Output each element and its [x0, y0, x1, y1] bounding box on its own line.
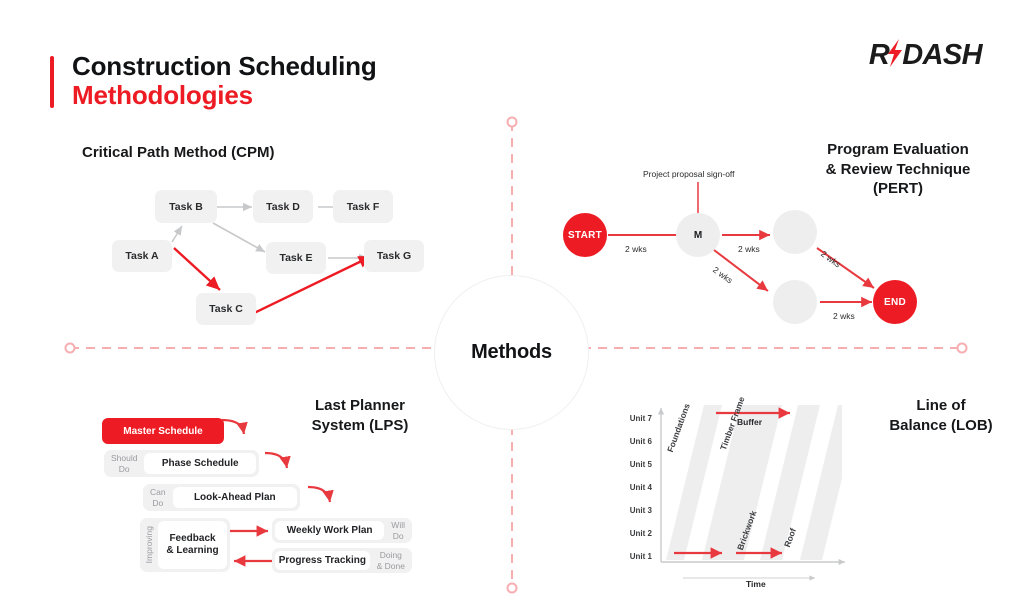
- pert-edge-label-m-n1: 2 wks: [738, 244, 760, 254]
- pert-node-start[interactable]: START: [563, 213, 607, 257]
- cpm-task-a-label: Task A: [125, 250, 159, 262]
- lps-tag-improving-label: Improving: [144, 526, 154, 564]
- cpm-task-f-label: Task F: [346, 200, 380, 213]
- cpm-task-g[interactable]: Task G: [364, 240, 424, 272]
- cpm-task-b-label: Task B: [169, 200, 203, 213]
- pert-node-n1[interactable]: [773, 210, 817, 254]
- heading-lps-line1: Last Planner: [314, 397, 406, 414]
- lps-feedback-arrows: [230, 525, 272, 567]
- lps-card-look-ahead-plan[interactable]: Look-Ahead Plan: [172, 487, 297, 508]
- pert-node-m-label: M: [693, 229, 703, 241]
- lob-ytick-unit6: Unit 6: [629, 437, 652, 446]
- title-accent-rule: [50, 56, 54, 108]
- lob-buffer-label: Buffer: [737, 417, 763, 427]
- lob-ytick-unit5: Unit 5: [629, 460, 652, 469]
- lps-tag-can-do-line2: Do: [152, 497, 164, 508]
- heading-lob-line2: Balance (LOB): [889, 416, 993, 434]
- cpm-task-d[interactable]: Task D: [253, 190, 313, 223]
- lps-card-phase-schedule[interactable]: Phase Schedule: [144, 453, 256, 474]
- lps-card-weekly-work-plan-label: Weekly Work Plan: [286, 524, 373, 536]
- center-hub-label: Methods: [471, 341, 552, 363]
- pert-node-start-label: START: [567, 229, 603, 241]
- lps-card-progress-tracking-label: Progress Tracking: [278, 554, 366, 566]
- lob-ytick-unit2: Unit 2: [629, 529, 652, 538]
- lps-row-can-do[interactable]: Can Do Look-Ahead Plan: [143, 484, 300, 511]
- cpm-task-a[interactable]: Task A: [112, 240, 172, 272]
- title-line-1: Construction Scheduling: [72, 51, 377, 81]
- lps-master-schedule-label: Master Schedule: [123, 425, 203, 437]
- lps-tag-will-do-line2: Do: [392, 530, 404, 541]
- lps-tag-should-do-line1: Should: [111, 453, 138, 464]
- cpm-task-d-label: Task D: [266, 200, 300, 213]
- lps-card-feedback-line2: & Learning: [166, 545, 219, 556]
- lps-tag-can-do: Can Do: [143, 484, 173, 511]
- heading-cpm: Critical Path Method (CPM): [82, 144, 275, 161]
- lps-tag-doing-done-line2: & Done: [376, 560, 405, 571]
- rdash-logo: R DASH: [869, 38, 983, 72]
- lps-tag-should-do-line2: Do: [118, 463, 130, 474]
- cpm-task-e[interactable]: Task E: [266, 242, 326, 274]
- lps-row-should-do[interactable]: Should Do Phase Schedule: [104, 450, 259, 477]
- lps-card-look-ahead-plan-label: Look-Ahead Plan: [193, 491, 276, 503]
- pert-edge-label-start-m: 2 wks: [625, 244, 647, 254]
- cpm-task-e-label: Task E: [279, 252, 313, 264]
- lob-ytick-unit3: Unit 3: [629, 506, 652, 515]
- lob-axes: [657, 407, 846, 581]
- lob-ytick-unit1: Unit 1: [629, 552, 652, 561]
- lps-card-phase-schedule-label: Phase Schedule: [161, 457, 239, 469]
- lps-tag-can-do-line1: Can: [150, 487, 166, 498]
- lps-row-will-do[interactable]: Weekly Work Plan Will Do: [272, 518, 412, 543]
- lps-card-feedback-learning[interactable]: Feedback & Learning: [158, 521, 227, 569]
- lps-card-feedback-line1: Feedback: [169, 533, 216, 544]
- cpm-task-g-label: Task G: [376, 250, 412, 262]
- pert-callout-label: Project proposal sign-off: [643, 169, 735, 179]
- lob-xaxis-label: Time: [741, 579, 771, 589]
- lob-ytick-unit7: Unit 7: [629, 414, 652, 423]
- infographic-canvas: Construction Scheduling Methodologies R …: [0, 0, 1024, 614]
- lob-ytick-unit4: Unit 4: [629, 483, 652, 492]
- lps-tag-should-do: Should Do: [104, 450, 144, 477]
- heading-pert-line1: Program Evaluation: [827, 141, 969, 158]
- lps-master-schedule[interactable]: Master Schedule: [102, 418, 224, 444]
- lps-tag-improving: Improving: [140, 518, 158, 572]
- cpm-task-c[interactable]: Task C: [196, 293, 256, 325]
- page-title: Construction Scheduling Methodologies: [50, 51, 377, 111]
- pert-node-end-label: END: [883, 296, 906, 308]
- cpm-task-c-label: Task C: [209, 303, 243, 315]
- pert-edge-label-n2-end: 2 wks: [833, 311, 855, 321]
- lps-row-doing-done[interactable]: Progress Tracking Doing & Done: [272, 548, 412, 573]
- cpm-task-b[interactable]: Task B: [155, 190, 217, 223]
- pert-node-n2[interactable]: [773, 280, 817, 324]
- lps-tag-doing-done-line1: Doing: [379, 550, 402, 561]
- cpm-task-f[interactable]: Task F: [333, 190, 393, 223]
- lps-tag-doing-done: Doing & Done: [370, 548, 412, 573]
- pert-node-end[interactable]: END: [873, 280, 917, 324]
- title-line-2: Methodologies: [72, 80, 253, 111]
- logo-word-dash: DASH: [902, 38, 982, 71]
- lps-card-weekly-work-plan[interactable]: Weekly Work Plan: [275, 521, 385, 540]
- lps-tag-will-do: Will Do: [384, 518, 412, 543]
- lps-tag-will-do-line1: Will: [391, 520, 405, 531]
- pert-connectors: [608, 182, 875, 308]
- heading-lob: Line of Balance (LOB): [876, 396, 1006, 435]
- heading-lob-line1: Line of: [916, 397, 966, 414]
- lps-row-improving[interactable]: Improving Feedback & Learning: [140, 518, 230, 572]
- center-hub: Methods: [434, 275, 589, 430]
- pert-node-m[interactable]: M: [676, 213, 720, 257]
- lps-card-progress-tracking[interactable]: Progress Tracking: [275, 551, 370, 570]
